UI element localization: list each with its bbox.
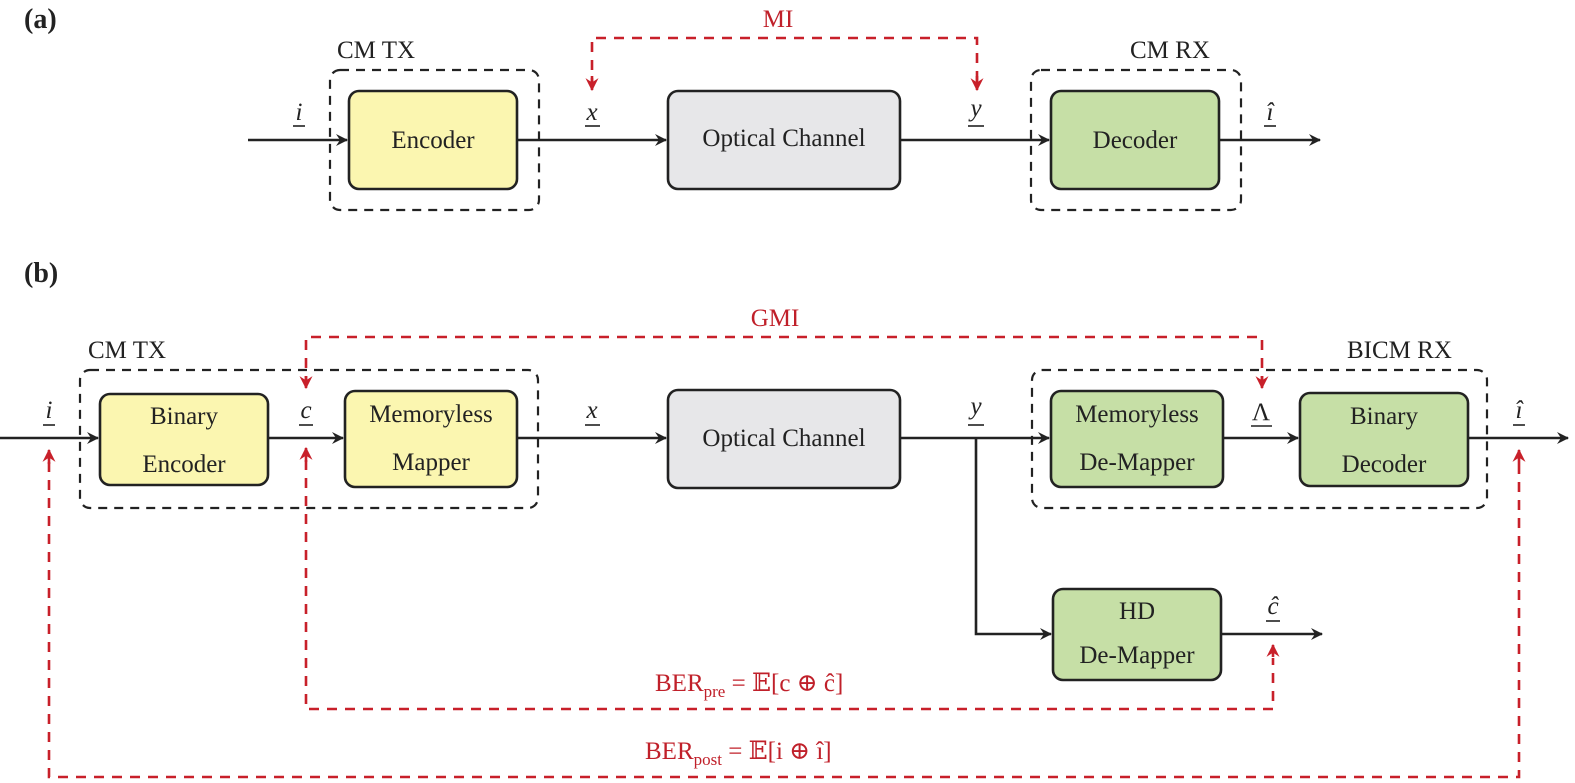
signal-b-i-hat: î [1516,397,1525,424]
signal-x: x [585,99,597,126]
panel-b: (b) CM TX BICM RX Binary Encoder Memoryl… [0,258,1569,779]
cm-rx-group-label: CM RX [1130,37,1210,64]
panel-a-label: (a) [24,4,57,35]
memoryless-mapper-block: Memoryless Mapper [343,389,519,489]
binary-encoder-block: Binary Encoder [98,392,270,487]
decoder-block: Decoder [1049,89,1221,191]
hd-demapper-line2: De-Mapper [1079,642,1195,669]
mapper-line2: Mapper [392,449,470,476]
cm-tx-group-b-label: CM TX [88,337,166,364]
wire-b-hd-branch [974,438,1052,640]
signal-b-y: y [967,393,982,420]
signal-i-hat: î [1267,99,1276,126]
bicm-diagram: (a) CM TX CM RX Encoder Optical Channel … [0,4,1569,779]
hd-demapper-block: HD De-Mapper [1051,587,1223,682]
mi-bracket [590,36,979,88]
ber-post-bracket [47,462,1521,779]
cm-tx-group-label: CM TX [337,37,415,64]
encoder-label: Encoder [391,127,475,154]
memoryless-demapper-block: Memoryless De-Mapper [1049,389,1225,489]
ber-pre-label: BERpre = 𝔼[c ⊕ ĉ] [655,670,843,701]
ber-post-label: BERpost = 𝔼[i ⊕ î] [645,738,832,769]
binary-decoder-line2: Decoder [1342,451,1427,478]
binary-decoder-line1: Binary [1350,403,1419,430]
decoder-label: Decoder [1093,127,1178,154]
signal-b-llr: Λ [1252,399,1270,426]
binary-encoder-line1: Binary [150,403,219,430]
binary-decoder-block: Binary Decoder [1298,391,1470,488]
mi-label: MI [763,6,794,33]
gmi-bracket [304,335,1264,386]
panel-b-label: (b) [24,258,58,289]
bicm-rx-group-label: BICM RX [1347,337,1452,364]
signal-b-c-hat: ĉ [1267,593,1279,620]
signal-y: y [967,95,982,122]
signal-b-x: x [585,397,597,424]
demapper-line1: Memoryless [1075,401,1199,428]
optical-channel-block: Optical Channel [666,89,902,191]
optical-channel-block-b: Optical Channel [666,388,902,490]
hd-demapper-line1: HD [1119,598,1155,625]
panel-a: (a) CM TX CM RX Encoder Optical Channel … [24,4,1321,212]
demapper-line2: De-Mapper [1079,449,1195,476]
mapper-line1: Memoryless [369,401,493,428]
optical-channel-label-b: Optical Channel [702,425,865,452]
encoder-block: Encoder [347,89,519,191]
binary-encoder-line2: Encoder [142,451,226,478]
signal-b-i: i [46,397,53,424]
signal-b-c: c [300,397,311,424]
optical-channel-label: Optical Channel [702,125,865,152]
signal-i: i [296,99,303,126]
gmi-label: GMI [751,305,800,332]
